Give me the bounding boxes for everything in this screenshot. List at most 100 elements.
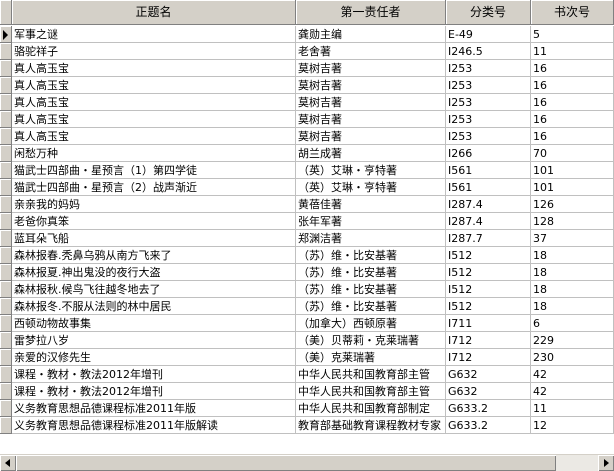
table-row[interactable]: 森林报冬.不服从法则的林中居民 （苏）维・比安基著 I512 18	[0, 298, 614, 315]
cell-book-number[interactable]: 5	[531, 26, 614, 43]
cell-classification[interactable]: I287.7	[446, 230, 531, 247]
cell-classification[interactable]: I561	[446, 162, 531, 179]
cell-book-number[interactable]: 11	[531, 43, 614, 60]
cell-book-number[interactable]: 12	[531, 417, 614, 434]
table-row[interactable]: 义务教育思想品德课程标准2011年版解读 教育部基础教育课程教材专家 G633.2 1…	[0, 417, 614, 434]
cell-title[interactable]: 骆驼祥子	[12, 43, 296, 60]
cell-title[interactable]: 亲爱的汉修先生	[12, 349, 296, 366]
row-selector[interactable]	[0, 162, 12, 179]
cell-classification[interactable]: I287.4	[446, 213, 531, 230]
table-row[interactable]: 森林报秋.候鸟飞往越冬地去了 （苏）维・比安基著 I512 18	[0, 281, 614, 298]
cell-title[interactable]: 老爸你真笨	[12, 213, 296, 230]
cell-title[interactable]: 义务教育思想品德课程标准2011年版解读	[12, 417, 296, 434]
table-row[interactable]: 亲亲我的妈妈 黄蓓佳著 I287.4 126	[0, 196, 614, 213]
column-header-classification[interactable]: 分类号	[446, 0, 531, 25]
cell-classification[interactable]: I561	[446, 179, 531, 196]
cell-classification[interactable]: I711	[446, 315, 531, 332]
cell-title[interactable]: 真人高玉宝	[12, 94, 296, 111]
scrollbar-thumb[interactable]	[16, 455, 556, 471]
cell-author[interactable]: （苏）维・比安基著	[296, 298, 446, 315]
scroll-right-button[interactable]	[598, 455, 614, 471]
cell-author[interactable]: （英）艾琳・亨特著	[296, 179, 446, 196]
cell-title[interactable]: 森林报冬.不服从法则的林中居民	[12, 298, 296, 315]
row-selector[interactable]	[0, 111, 12, 128]
cell-author[interactable]: 莫树吉著	[296, 94, 446, 111]
cell-book-number[interactable]: 101	[531, 162, 614, 179]
cell-title[interactable]: 真人高玉宝	[12, 111, 296, 128]
row-selector[interactable]	[0, 43, 12, 60]
cell-book-number[interactable]: 11	[531, 400, 614, 417]
row-selector[interactable]	[0, 315, 12, 332]
table-row[interactable]: 老爸你真笨 张年军著 I287.4 128	[0, 213, 614, 230]
cell-book-number[interactable]: 126	[531, 196, 614, 213]
cell-classification[interactable]: I512	[446, 247, 531, 264]
cell-book-number[interactable]: 37	[531, 230, 614, 247]
cell-classification[interactable]: I253	[446, 128, 531, 145]
row-selector[interactable]	[0, 264, 12, 281]
cell-author[interactable]: （苏）维・比安基著	[296, 264, 446, 281]
table-row[interactable]: 闲愁万种 胡兰成著 I266 70	[0, 145, 614, 162]
cell-title[interactable]: 真人高玉宝	[12, 60, 296, 77]
table-row[interactable]: 真人高玉宝 莫树吉著 I253 16	[0, 111, 614, 128]
table-row[interactable]: 猫武士四部曲・星预言（1）第四学徒 （英）艾琳・亨特著 I561 101	[0, 162, 614, 179]
cell-classification[interactable]: G632	[446, 383, 531, 400]
table-row[interactable]: 真人高玉宝 莫树吉著 I253 16	[0, 60, 614, 77]
cell-book-number[interactable]: 42	[531, 366, 614, 383]
row-selector[interactable]	[0, 213, 12, 230]
table-row[interactable]: 军事之谜 龚勋主编 E-49 5	[0, 26, 614, 43]
cell-author[interactable]: （美）贝蒂莉・克莱瑞著	[296, 332, 446, 349]
column-header-title[interactable]: 正题名	[12, 0, 296, 25]
cell-title[interactable]: 军事之谜	[12, 26, 296, 43]
cell-classification[interactable]: I512	[446, 264, 531, 281]
cell-title[interactable]: 真人高玉宝	[12, 77, 296, 94]
cell-author[interactable]: 郑渊洁著	[296, 230, 446, 247]
cell-classification[interactable]: I253	[446, 60, 531, 77]
cell-author[interactable]: （苏）维・比安基著	[296, 281, 446, 298]
table-row[interactable]: 西顿动物故事集 （加拿大）西顿原著 I711 6	[0, 315, 614, 332]
horizontal-scrollbar[interactable]	[0, 454, 614, 471]
row-selector[interactable]	[0, 400, 12, 417]
cell-classification[interactable]: I266	[446, 145, 531, 162]
table-row[interactable]: 真人高玉宝 莫树吉著 I253 16	[0, 128, 614, 145]
table-row[interactable]: 义务教育思想品德课程标准2011年版 中华人民共和国教育部制定 G633.2 11	[0, 400, 614, 417]
scroll-left-button[interactable]	[0, 455, 16, 471]
table-row[interactable]: 森林报夏.神出鬼没的夜行大盗 （苏）维・比安基著 I512 18	[0, 264, 614, 281]
cell-title[interactable]: 森林报夏.神出鬼没的夜行大盗	[12, 264, 296, 281]
cell-book-number[interactable]: 42	[531, 383, 614, 400]
row-selector[interactable]	[0, 366, 12, 383]
cell-title[interactable]: 猫武士四部曲・星预言（1）第四学徒	[12, 162, 296, 179]
column-header-book-number[interactable]: 书次号	[531, 0, 614, 25]
cell-author[interactable]: 张年军著	[296, 213, 446, 230]
table-row[interactable]: 亲爱的汉修先生 （美）克莱瑞著 I712 230	[0, 349, 614, 366]
table-row[interactable]: 课程・教材・教法2012年增刊 中华人民共和国教育部主管 G632 42	[0, 383, 614, 400]
cell-book-number[interactable]: 230	[531, 349, 614, 366]
cell-author[interactable]: 莫树吉著	[296, 111, 446, 128]
cell-title[interactable]: 雷梦拉八岁	[12, 332, 296, 349]
row-selector[interactable]	[0, 60, 12, 77]
cell-book-number[interactable]: 16	[531, 111, 614, 128]
cell-book-number[interactable]: 70	[531, 145, 614, 162]
row-selector[interactable]	[0, 128, 12, 145]
cell-author[interactable]: 黄蓓佳著	[296, 196, 446, 213]
cell-title[interactable]: 西顿动物故事集	[12, 315, 296, 332]
cell-author[interactable]: （苏）维・比安基著	[296, 247, 446, 264]
cell-classification[interactable]: I712	[446, 332, 531, 349]
table-row[interactable]: 课程・教材・教法2012年增刊 中华人民共和国教育部主管 G632 42	[0, 366, 614, 383]
cell-classification[interactable]: E-49	[446, 26, 531, 43]
cell-classification[interactable]: I712	[446, 349, 531, 366]
cell-classification[interactable]: I253	[446, 111, 531, 128]
cell-classification[interactable]: I246.5	[446, 43, 531, 60]
cell-author[interactable]: （英）艾琳・亨特著	[296, 162, 446, 179]
cell-title[interactable]: 猫武士四部曲・星预言（2）战声渐近	[12, 179, 296, 196]
cell-classification[interactable]: I253	[446, 77, 531, 94]
cell-author[interactable]: 中华人民共和国教育部主管	[296, 366, 446, 383]
cell-title[interactable]: 森林报秋.候鸟飞往越冬地去了	[12, 281, 296, 298]
cell-book-number[interactable]: 229	[531, 332, 614, 349]
cell-author[interactable]: 莫树吉著	[296, 60, 446, 77]
row-selector[interactable]	[0, 298, 12, 315]
cell-classification[interactable]: I512	[446, 298, 531, 315]
cell-author[interactable]: 莫树吉著	[296, 128, 446, 145]
cell-book-number[interactable]: 16	[531, 60, 614, 77]
cell-book-number[interactable]: 128	[531, 213, 614, 230]
table-row[interactable]: 真人高玉宝 莫树吉著 I253 16	[0, 77, 614, 94]
